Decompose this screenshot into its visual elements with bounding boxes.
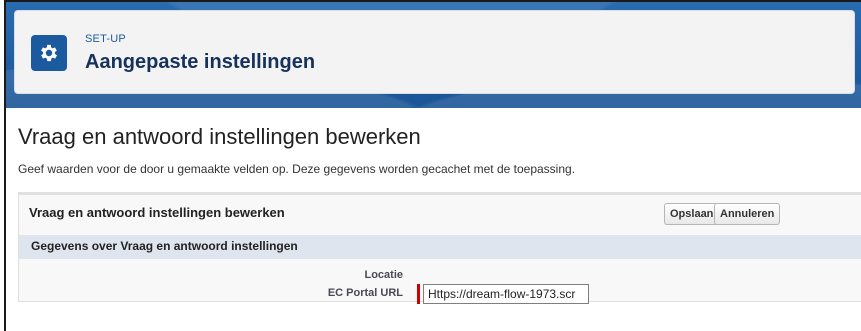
gear-icon	[31, 35, 67, 71]
save-button[interactable]: Opslaan	[664, 203, 720, 225]
main-content: Vraag en antwoord instellingen bewerken …	[6, 108, 861, 331]
section-title: Gegevens over Vraag en antwoord instelli…	[31, 239, 298, 253]
ec-portal-url-input[interactable]	[423, 284, 589, 304]
cancel-button[interactable]: Annuleren	[714, 203, 781, 225]
panel-title: Vraag en antwoord instellingen bewerken	[29, 205, 285, 220]
page-title: Aangepaste instellingen	[85, 51, 316, 73]
page-heading: Vraag en antwoord instellingen bewerken	[18, 124, 421, 149]
header-card: SET-UP Aangepaste instellingen	[14, 10, 855, 94]
required-indicator	[417, 284, 420, 304]
page-description: Geef waarden voor de door u gemaakte vel…	[18, 162, 576, 176]
breadcrumb[interactable]: SET-UP	[85, 33, 126, 45]
ec-portal-url-label: EC Portal URL	[327, 287, 403, 299]
section-header: Gegevens over Vraag en antwoord instelli…	[19, 235, 861, 259]
header-banner: SET-UP Aangepaste instellingen	[6, 2, 861, 108]
edit-panel: Vraag en antwoord instellingen bewerken …	[18, 192, 861, 304]
location-label: Locatie	[364, 269, 403, 281]
app-frame: SET-UP Aangepaste instellingen Vraag en …	[4, 0, 861, 331]
